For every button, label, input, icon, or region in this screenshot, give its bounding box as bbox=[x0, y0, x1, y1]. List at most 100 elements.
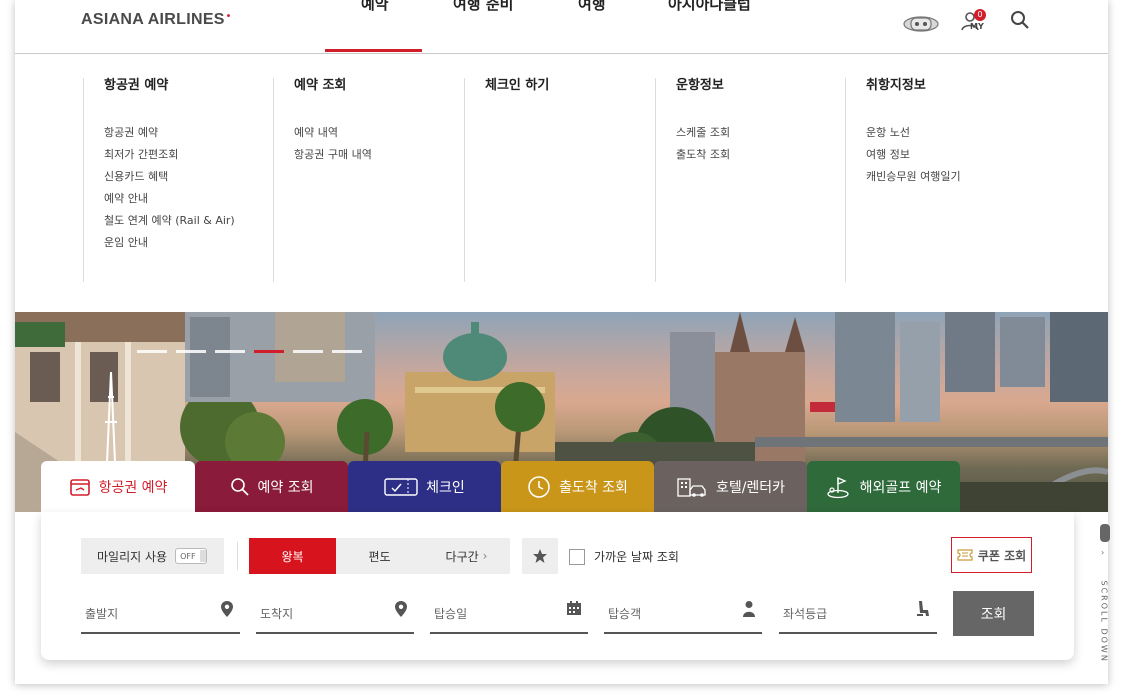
search-icon[interactable] bbox=[1010, 10, 1030, 30]
menu-link[interactable]: 여행 정보 bbox=[866, 144, 961, 166]
person-icon bbox=[743, 601, 755, 617]
nearby-dates-checkbox[interactable] bbox=[569, 548, 585, 565]
nearby-dates-option[interactable]: 가까운 날짜 조회 bbox=[569, 548, 679, 565]
carousel-dot[interactable] bbox=[137, 350, 167, 353]
tab-label: 호텔/렌터카 bbox=[715, 480, 786, 496]
mileage-toggle[interactable]: OFF bbox=[175, 548, 208, 564]
arrival-placeholder: 도착지 bbox=[260, 607, 294, 621]
carousel-dot[interactable] bbox=[332, 350, 362, 353]
tab-label: 체크인 bbox=[426, 480, 465, 496]
menu-col-title[interactable]: 항공권 예약 bbox=[104, 78, 235, 94]
tab-flight-booking[interactable]: 항공권 예약 bbox=[41, 461, 195, 513]
coupon-icon bbox=[957, 549, 973, 561]
menu-col-checkin: 체크인 하기 bbox=[464, 78, 549, 282]
carousel-dot[interactable] bbox=[215, 350, 245, 353]
tab-arrival-departure[interactable]: 출도착 조회 bbox=[501, 461, 654, 513]
menu-col-title[interactable]: 체크인 하기 bbox=[485, 78, 549, 94]
seat-icon bbox=[917, 601, 929, 616]
menu-col-lookup: 예약 조회 예약 내역 항공권 구매 내역 bbox=[273, 78, 372, 282]
scroll-knob bbox=[1100, 524, 1110, 542]
menu-col-flight-info: 운항정보 스케줄 조회 출도착 조회 bbox=[655, 78, 730, 282]
menu-col-title[interactable]: 운항정보 bbox=[676, 78, 730, 94]
menu-link[interactable]: 스케줄 조회 bbox=[676, 122, 730, 144]
coupon-label: 쿠폰 조회 bbox=[977, 548, 1027, 563]
my-label: MY bbox=[970, 22, 984, 31]
nav-travel-prep[interactable]: 여행 준비 bbox=[453, 0, 513, 14]
menu-link[interactable]: 최저가 간편조회 bbox=[104, 144, 235, 166]
nearby-dates-label: 가까운 날짜 조회 bbox=[594, 550, 679, 564]
search-icon bbox=[230, 478, 249, 496]
tab-label: 항공권 예약 bbox=[98, 480, 168, 496]
carousel-dot-active[interactable] bbox=[254, 350, 284, 353]
logo[interactable]: ASIANA AIRLINES • bbox=[81, 11, 231, 29]
golf-icon bbox=[826, 477, 849, 499]
clock-icon bbox=[528, 476, 550, 498]
tab-label: 해외골프 예약 bbox=[859, 480, 942, 496]
tab-reservation-lookup[interactable]: 예약 조회 bbox=[195, 461, 348, 513]
menu-link[interactable]: 출도착 조회 bbox=[676, 144, 730, 166]
menu-link[interactable]: 철도 연계 예약 (Rail & Air) bbox=[104, 210, 235, 232]
mileage-option[interactable]: 마일리지 사용 OFF bbox=[81, 538, 224, 574]
menu-col-title[interactable]: 취항지정보 bbox=[866, 78, 961, 94]
scroll-down-label: SCROLL DOWN bbox=[1099, 580, 1109, 663]
passenger-placeholder: 탑승객 bbox=[608, 607, 642, 621]
menu-link[interactable]: 항공권 구매 내역 bbox=[294, 144, 372, 166]
arrival-field[interactable]: 도착지 bbox=[256, 592, 414, 634]
menu-link[interactable]: 예약 내역 bbox=[294, 122, 372, 144]
logo-dot: • bbox=[226, 11, 231, 22]
passenger-field[interactable]: 탑승객 bbox=[604, 592, 762, 634]
location-pin-icon bbox=[395, 601, 407, 617]
carousel-dot[interactable] bbox=[293, 350, 323, 353]
menu-col-destinations: 취항지정보 운항 노선 여행 정보 캐빈승무원 여행일기 bbox=[845, 78, 961, 282]
header: ASIANA AIRLINES • 예약 여행 준비 여행 아시아나클럽 0 MY bbox=[15, 0, 1108, 54]
menu-link[interactable]: 운임 안내 bbox=[104, 232, 235, 254]
trip-oneway[interactable]: 편도 bbox=[336, 538, 423, 574]
location-pin-icon bbox=[221, 601, 233, 617]
boarding-pass-icon bbox=[384, 478, 418, 496]
search-submit-button[interactable]: 조회 bbox=[953, 591, 1034, 636]
flight-search-panel: 마일리지 사용 OFF 왕복 편도 다구간 › 가까운 날짜 조회 쿠폰 조회 출… bbox=[41, 512, 1074, 660]
my-page-icon[interactable]: 0 MY bbox=[959, 9, 989, 34]
departure-placeholder: 출발지 bbox=[85, 607, 119, 621]
divider bbox=[237, 542, 238, 570]
menu-link[interactable]: 운항 노선 bbox=[866, 122, 961, 144]
date-field[interactable]: 탑승일 bbox=[430, 592, 588, 634]
tab-label: 예약 조회 bbox=[257, 480, 314, 496]
menu-link[interactable]: 예약 안내 bbox=[104, 188, 235, 210]
menu-link[interactable]: 항공권 예약 bbox=[104, 122, 235, 144]
coupon-lookup-button[interactable]: 쿠폰 조회 bbox=[951, 537, 1032, 573]
trip-type-selector: 왕복 편도 다구간 › bbox=[249, 538, 510, 574]
calendar-icon bbox=[567, 601, 581, 615]
seat-class-field[interactable]: 좌석등급 bbox=[779, 592, 937, 634]
tab-checkin[interactable]: 체크인 bbox=[348, 461, 501, 513]
page-frame: ASIANA AIRLINES • 예약 여행 준비 여행 아시아나클럽 0 MY… bbox=[15, 0, 1108, 684]
chatbot-icon[interactable] bbox=[902, 12, 940, 34]
nav-reservation[interactable]: 예약 bbox=[361, 0, 389, 14]
nav-active-indicator bbox=[325, 49, 422, 52]
menu-col-title[interactable]: 예약 조회 bbox=[294, 78, 372, 94]
favorite-star-button[interactable] bbox=[522, 538, 558, 574]
menu-col-booking: 항공권 예약 항공권 예약 최저가 간편조회 신용카드 혜택 예약 안내 철도 … bbox=[83, 78, 235, 282]
mileage-label: 마일리지 사용 bbox=[97, 549, 168, 564]
menu-link[interactable]: 신용카드 혜택 bbox=[104, 166, 235, 188]
seat-class-placeholder: 좌석등급 bbox=[783, 607, 828, 621]
carousel-indicators bbox=[137, 350, 362, 353]
trip-round[interactable]: 왕복 bbox=[249, 538, 336, 574]
chevron-right-icon: › bbox=[1101, 548, 1105, 557]
tab-overseas-golf[interactable]: 해외골프 예약 bbox=[807, 461, 960, 513]
star-icon bbox=[533, 549, 547, 563]
departure-field[interactable]: 출발지 bbox=[81, 592, 240, 634]
carousel-dot[interactable] bbox=[176, 350, 206, 353]
tab-label: 출도착 조회 bbox=[559, 480, 628, 496]
menu-link[interactable]: 캐빈승무원 여행일기 bbox=[866, 166, 961, 188]
ticket-icon bbox=[69, 479, 90, 496]
nav-asiana-club[interactable]: 아시아나클럽 bbox=[668, 0, 751, 14]
mega-menu: 항공권 예약 항공권 예약 최저가 간편조회 신용카드 혜택 예약 안내 철도 … bbox=[15, 54, 1108, 312]
my-badge: 0 bbox=[974, 9, 986, 21]
trip-multi[interactable]: 다구간 › bbox=[423, 538, 510, 574]
hotel-car-icon bbox=[677, 478, 706, 497]
tab-hotel-rentacar[interactable]: 호텔/렌터카 bbox=[654, 461, 807, 513]
scroll-down-hint[interactable]: › SCROLL DOWN bbox=[1098, 524, 1112, 663]
toggle-state: OFF bbox=[180, 551, 196, 561]
nav-travel[interactable]: 여행 bbox=[578, 0, 606, 14]
